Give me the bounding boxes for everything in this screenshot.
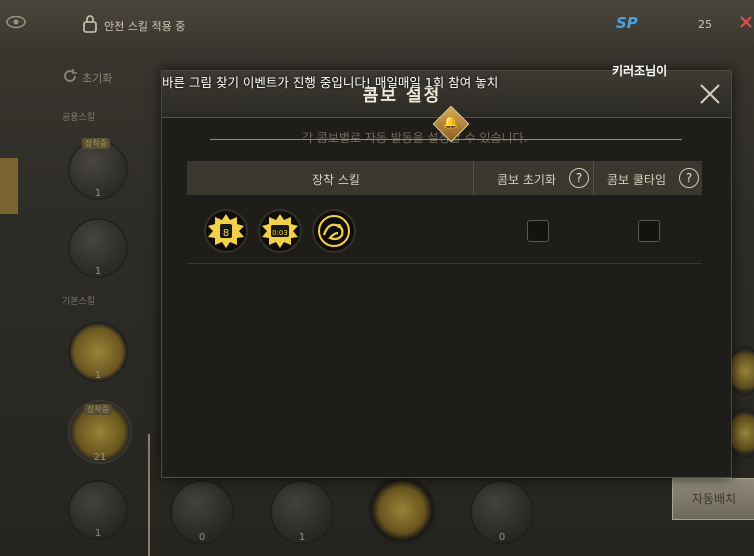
svg-text:0:03: 0:03 [272, 229, 288, 237]
bottom-skill-grenade[interactable] [368, 476, 436, 544]
basic-skill-3[interactable]: 1 [68, 480, 128, 540]
link-line [148, 434, 150, 556]
common-skills-label: 공용스킬 [62, 113, 96, 123]
skill-slot-b-icon[interactable]: 0:03 [258, 209, 302, 253]
combo-settings-modal: 콤보 설정 각 콤보별로 자동 발동을 설정할 수 있습니다. 🔔 장착 스킬 … [161, 70, 732, 478]
dragon-skill-icon[interactable] [312, 209, 356, 253]
reset-icon[interactable] [62, 68, 78, 84]
eye-icon[interactable] [6, 14, 26, 30]
basic-skills-label: 기본스킬 [62, 297, 96, 307]
basic-skill-1[interactable]: 1 [68, 322, 128, 382]
equipped-badge: 장착중 [82, 138, 111, 149]
combo-reset-checkbox[interactable] [527, 220, 549, 242]
combo-reset-help-icon[interactable]: ? [569, 168, 589, 188]
close-window-icon[interactable] [738, 12, 754, 32]
skill-count: 1 [94, 528, 102, 539]
bottom-skill-2[interactable]: 1 [270, 480, 334, 544]
col-equip-skill: 장착 스킬 [312, 173, 360, 187]
skill-count: 1 [94, 266, 102, 277]
safety-status-text: 안전 스킬 적용 중 [104, 20, 186, 33]
col-separator [593, 161, 594, 195]
reset-label[interactable]: 초기화 [82, 70, 112, 86]
top-bar: 안전 스킬 적용 중 SP 25 [0, 0, 754, 46]
skill-count: 1 [94, 188, 102, 199]
col-combo-reset: 콤보 초기화 [497, 173, 557, 187]
event-notice-text: 바른 그림 찾기 이벤트가 진행 중입니다! 매일매일 1회 참여 놓치 [162, 75, 499, 90]
close-button[interactable] [697, 81, 723, 107]
skill-slot-a-icon[interactable]: 8 [204, 209, 248, 253]
lock-icon [80, 14, 100, 34]
skill-side-panel: 초기화 공용스킬 장착중 1 1 기본스킬 1 장착중 21 1 [0, 46, 160, 556]
bottom-skill-4[interactable]: 0 [470, 480, 534, 544]
combo-cooltime-help-icon[interactable]: ? [679, 168, 699, 188]
close-icon [700, 84, 720, 104]
basic-skill-2[interactable]: 장착중 21 [68, 400, 132, 464]
caster-name: 키러조님이 [612, 64, 668, 78]
skill-count: 0 [198, 532, 206, 543]
sp-value: 25 [698, 18, 712, 31]
svg-text:8: 8 [223, 228, 229, 239]
bell-icon: 🔔 [443, 115, 458, 129]
skill-count: 21 [93, 452, 107, 463]
common-skill-1[interactable]: 장착중 1 [68, 138, 128, 200]
skill-count: 1 [94, 370, 102, 381]
bottom-skill-1[interactable]: 0 [170, 480, 234, 544]
col-separator [473, 161, 474, 195]
sp-label: SP [616, 14, 638, 32]
col-combo-cooltime: 콤보 쿨타임 [607, 173, 667, 187]
bottom-skill-bar: 0 1 0 [160, 476, 680, 556]
equipped-badge: 장착중 [84, 404, 113, 415]
skill-count: 1 [298, 532, 306, 543]
row-divider [187, 263, 702, 264]
common-skill-2[interactable]: 1 [68, 218, 128, 278]
combo-cooltime-checkbox[interactable] [638, 220, 660, 242]
divider-top [210, 139, 682, 140]
column-header: 장착 스킬 콤보 초기화 ? 콤보 쿨타임 ? [187, 161, 702, 195]
skill-count: 0 [498, 532, 506, 543]
selected-tab-marker [0, 158, 18, 214]
auto-place-button[interactable]: 자동배치 [672, 478, 754, 520]
modal-description: 각 콤보별로 자동 발동을 설정할 수 있습니다. [302, 131, 528, 145]
